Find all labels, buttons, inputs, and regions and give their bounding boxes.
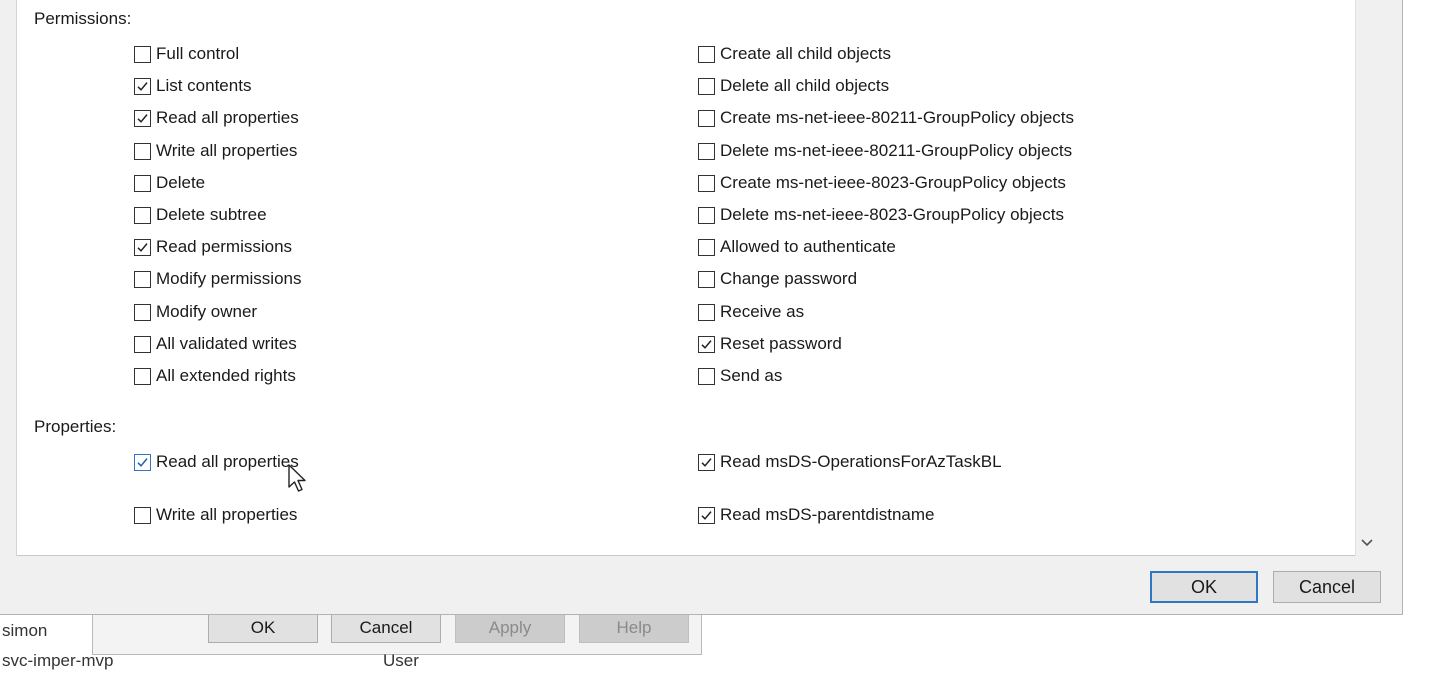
chevron-down-icon[interactable] <box>1356 535 1378 550</box>
permission-label: Delete ms-net-ieee-80211-GroupPolicy obj… <box>720 141 1073 160</box>
permission-checkbox-row[interactable]: Delete ms-net-ieee-80211-GroupPolicy obj… <box>698 139 1072 163</box>
permission-label: Read permissions <box>156 237 293 256</box>
permission-label: Delete all child objects <box>720 76 890 95</box>
permission-label: Create ms-net-ieee-80211-GroupPolicy obj… <box>720 108 1075 127</box>
checkbox-unchecked[interactable] <box>698 238 715 256</box>
checkbox-checked[interactable] <box>698 506 715 524</box>
bg-apply-button: Apply <box>455 613 565 643</box>
permission-label: Change password <box>720 269 858 288</box>
checkbox-unchecked[interactable] <box>134 506 151 524</box>
permission-label: Read msDS-parentdistname <box>720 505 935 524</box>
checkbox-checked[interactable] <box>698 453 715 471</box>
bg-list-item-type: User <box>383 651 419 670</box>
checkbox-unchecked[interactable] <box>134 45 151 63</box>
permission-checkbox-row[interactable]: Delete all child objects <box>698 74 889 98</box>
permission-checkbox-row[interactable]: Change password <box>698 267 857 291</box>
bg-ok-button[interactable]: OK <box>208 613 318 643</box>
permission-checkbox-row[interactable]: Receive as <box>698 300 804 324</box>
permission-label: All validated writes <box>156 334 297 353</box>
checkbox-unchecked[interactable] <box>134 270 151 288</box>
bg-list-item-name[interactable]: simon <box>2 621 47 641</box>
permission-label: Read all properties <box>156 452 299 471</box>
permission-checkbox-row[interactable]: Read all properties <box>134 450 299 474</box>
mouse-pointer-icon <box>287 463 309 500</box>
permission-label: Write all properties <box>156 141 298 160</box>
permission-label: Allowed to authenticate <box>720 237 896 256</box>
permission-checkbox-row[interactable]: List contents <box>134 74 251 98</box>
screen: { "sections": { "permissions_label": "Pe… <box>0 0 1444 678</box>
checkbox-unchecked[interactable] <box>134 206 151 224</box>
checkbox-unchecked[interactable] <box>698 174 715 192</box>
bg-list-item-name[interactable]: svc-imper-mvp <box>2 651 113 671</box>
bg-cancel-button[interactable]: Cancel <box>331 613 441 643</box>
permission-checkbox-row[interactable]: Create ms-net-ieee-8023-GroupPolicy obje… <box>698 171 1066 195</box>
permission-label: Send as <box>720 366 783 385</box>
permission-checkbox-row[interactable]: Delete <box>134 171 205 195</box>
permission-label: Modify permissions <box>156 269 302 288</box>
checkbox-unchecked[interactable] <box>698 303 715 321</box>
checkbox-unchecked[interactable] <box>698 206 715 224</box>
permission-label: Create ms-net-ieee-8023-GroupPolicy obje… <box>720 173 1066 192</box>
ok-button[interactable]: OK <box>1150 571 1258 603</box>
checkbox-checked[interactable] <box>134 109 151 127</box>
checkbox-unchecked[interactable] <box>134 335 151 353</box>
permission-checkbox-row[interactable]: Full control <box>134 42 239 66</box>
checkbox-unchecked[interactable] <box>134 142 151 160</box>
permission-label: Reset password <box>720 334 842 353</box>
checkbox-unchecked[interactable] <box>698 109 715 127</box>
permission-checkbox-row[interactable]: All extended rights <box>134 364 296 388</box>
permission-checkbox-row[interactable]: All validated writes <box>134 332 297 356</box>
permission-label: All extended rights <box>156 366 296 385</box>
permission-checkbox-row[interactable]: Write all properties <box>134 139 297 163</box>
permission-checkbox-row[interactable]: Modify permissions <box>134 267 302 291</box>
permissions-section-label: Permissions: <box>34 9 132 28</box>
bg-help-button: Help <box>579 613 689 643</box>
dialog-left-margin <box>0 0 16 557</box>
checkbox-unchecked[interactable] <box>134 303 151 321</box>
properties-section-label: Properties: <box>34 417 117 436</box>
permission-checkbox-row[interactable]: Delete subtree <box>134 203 267 227</box>
checkbox-unchecked[interactable] <box>134 174 151 192</box>
permission-label: Create all child objects <box>720 44 892 63</box>
dialog-right-margin <box>1377 0 1402 557</box>
permission-checkbox-row[interactable]: Read msDS-parentdistname <box>698 503 934 527</box>
checkbox-checked[interactable] <box>134 238 151 256</box>
permission-label: Full control <box>156 44 240 63</box>
checkbox-unchecked[interactable] <box>698 270 715 288</box>
permission-checkbox-row[interactable]: Delete ms-net-ieee-8023-GroupPolicy obje… <box>698 203 1064 227</box>
checkbox-checked[interactable] <box>698 335 715 353</box>
permission-label: Delete <box>156 173 206 192</box>
checkbox-checked[interactable] <box>134 77 151 95</box>
checkbox-checked[interactable] <box>134 453 151 471</box>
permission-label: Delete ms-net-ieee-8023-GroupPolicy obje… <box>720 205 1064 224</box>
permission-checkbox-row[interactable]: Send as <box>698 364 782 388</box>
permission-label: Modify owner <box>156 302 258 321</box>
vertical-scrollbar[interactable] <box>1355 0 1377 556</box>
permission-checkbox-row[interactable]: Read all properties <box>134 106 299 130</box>
permission-checkbox-row[interactable]: Create all child objects <box>698 42 891 66</box>
cancel-button[interactable]: Cancel <box>1273 571 1381 603</box>
permission-label: List contents <box>156 76 252 95</box>
checkbox-unchecked[interactable] <box>698 77 715 95</box>
checkbox-unchecked[interactable] <box>698 142 715 160</box>
permission-label: Read msDS-OperationsForAzTaskBL <box>720 452 1002 471</box>
permission-label: Read all properties <box>156 108 299 127</box>
permission-label: Write all properties <box>156 505 298 524</box>
checkbox-unchecked[interactable] <box>698 367 715 385</box>
permission-label: Delete subtree <box>156 205 267 224</box>
permission-checkbox-row[interactable]: Reset password <box>698 332 842 356</box>
permission-checkbox-row[interactable]: Modify owner <box>134 300 257 324</box>
checkbox-unchecked[interactable] <box>134 367 151 385</box>
permission-checkbox-row[interactable]: Read msDS-OperationsForAzTaskBL <box>698 450 1002 474</box>
permission-checkbox-row[interactable]: Write all properties <box>134 503 297 527</box>
checkbox-unchecked[interactable] <box>698 45 715 63</box>
permission-checkbox-row[interactable]: Read permissions <box>134 235 292 259</box>
permission-label: Receive as <box>720 302 805 321</box>
permission-checkbox-row[interactable]: Allowed to authenticate <box>698 235 896 259</box>
permission-checkbox-row[interactable]: Create ms-net-ieee-80211-GroupPolicy obj… <box>698 106 1074 130</box>
